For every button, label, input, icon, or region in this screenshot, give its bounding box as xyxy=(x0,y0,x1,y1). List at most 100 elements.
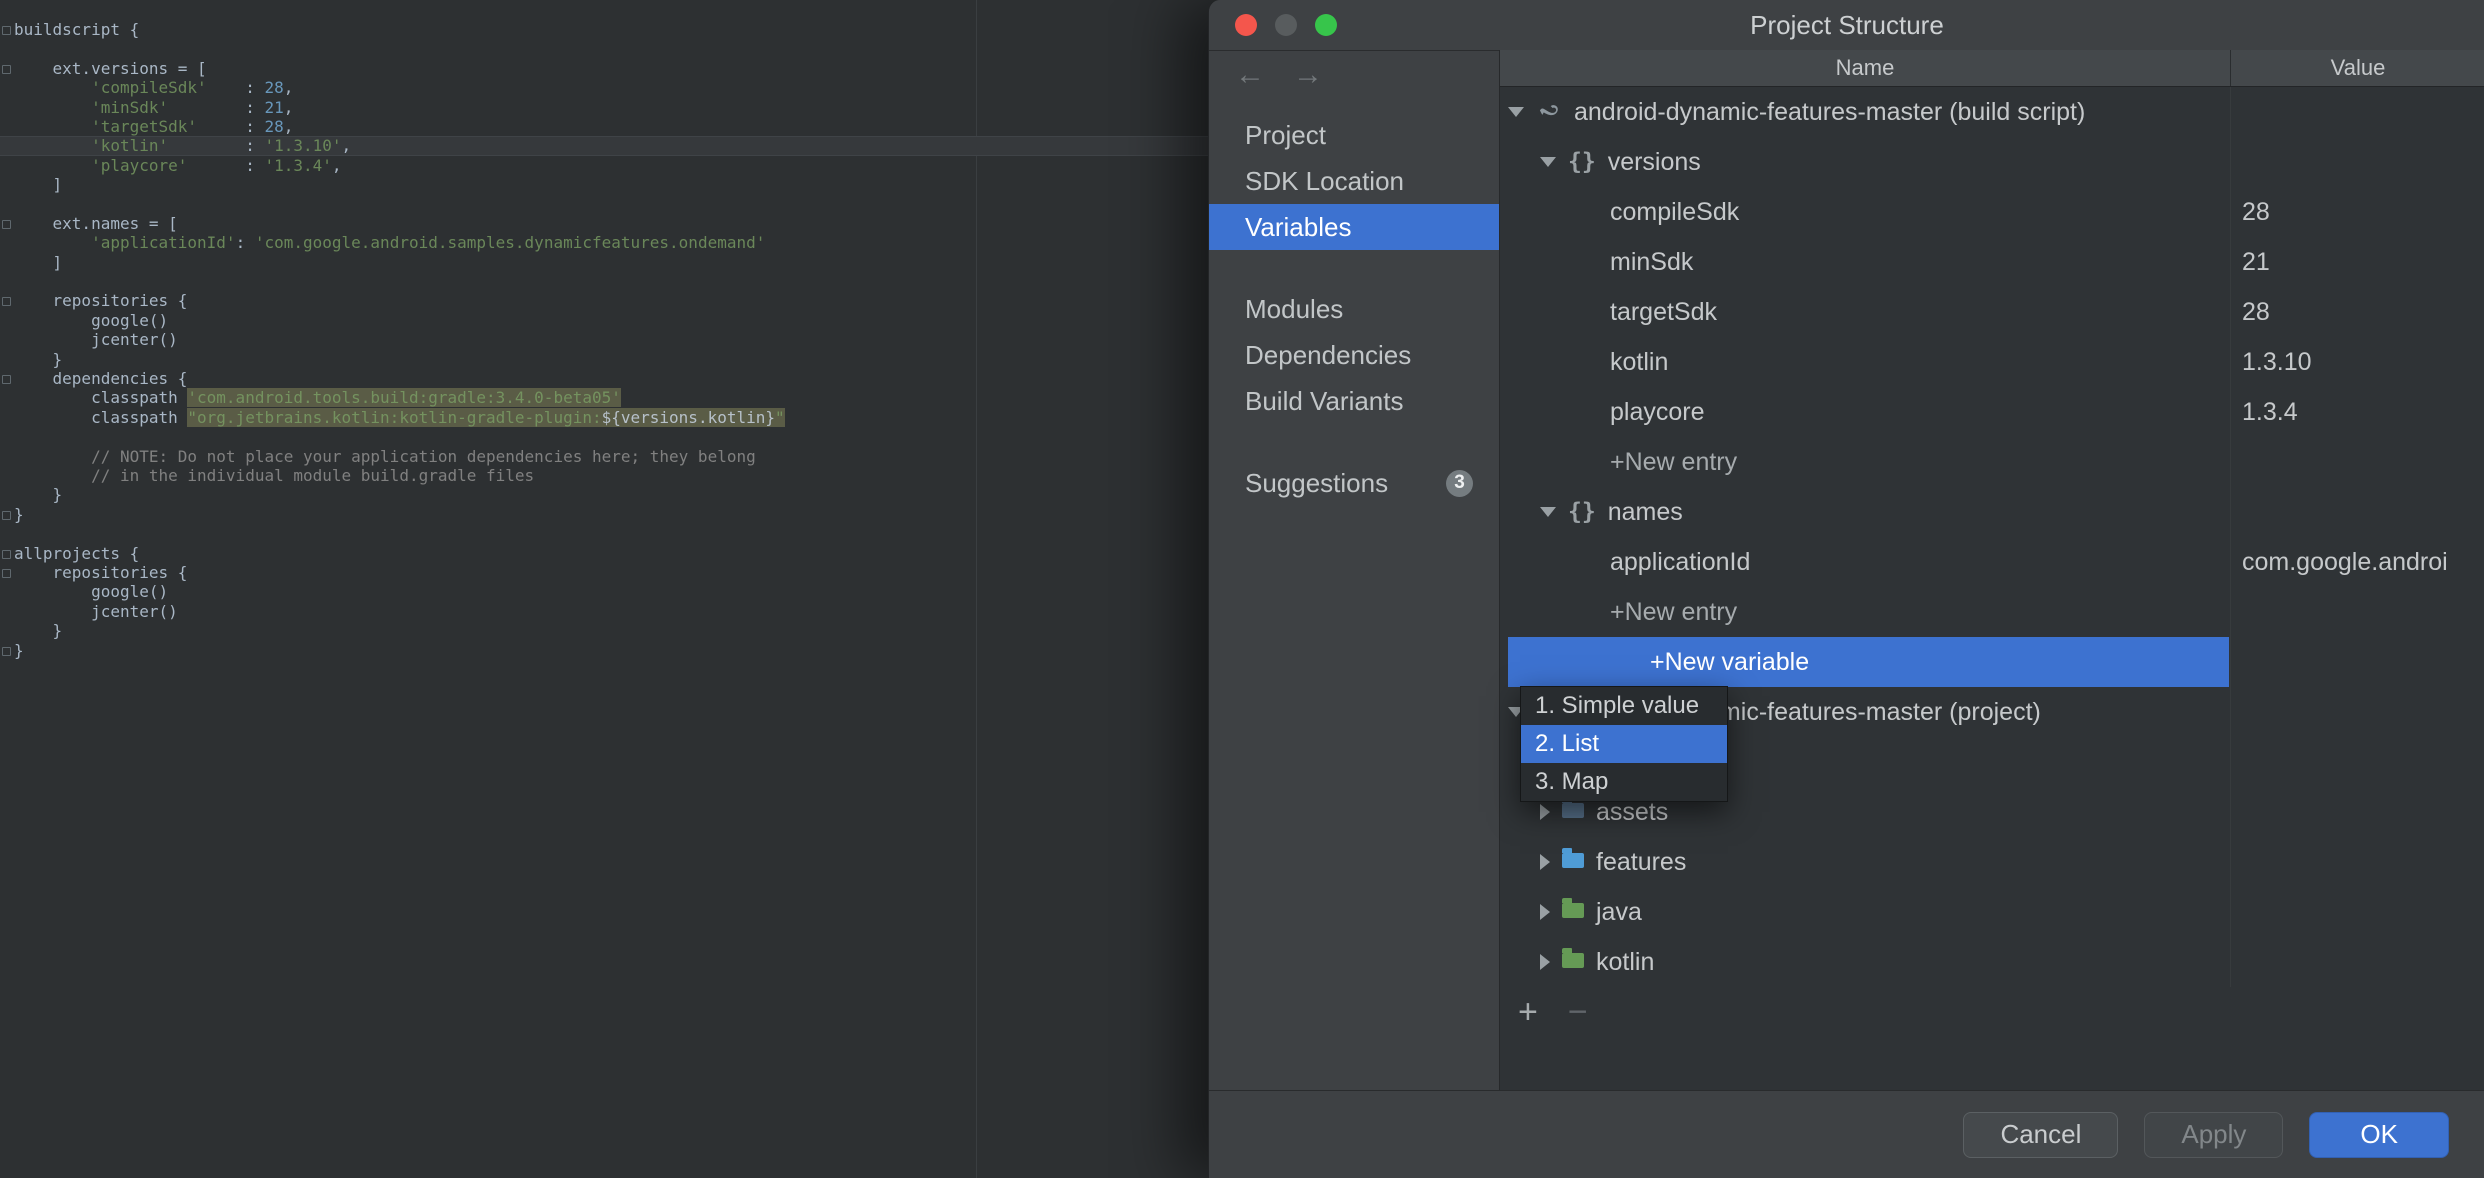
code-segment: : xyxy=(168,97,265,117)
code-line[interactable]: ext.versions = [ xyxy=(0,59,1208,78)
code-line[interactable]: google() xyxy=(0,582,1208,601)
sidebar-item-modules[interactable]: Modules xyxy=(1209,286,1499,332)
variable-row[interactable]: +New entry xyxy=(1500,587,2484,637)
variable-row[interactable]: android-dynamic-features-master (build s… xyxy=(1500,87,2484,137)
expand-icon[interactable] xyxy=(1540,954,1550,970)
fold-marker-icon[interactable] xyxy=(2,549,11,559)
variable-row[interactable]: playcore 1.3.4 xyxy=(1500,387,2484,437)
code-line[interactable]: allprojects { xyxy=(0,544,1208,563)
code-line[interactable]: classpath "org.jetbrains.kotlin:kotlin-g… xyxy=(0,407,1208,427)
dialog-title: Project Structure xyxy=(1750,9,1944,40)
sidebar-item-variables[interactable]: Variables xyxy=(1209,204,1499,250)
new-variable-row[interactable]: +New variable xyxy=(1500,637,2484,687)
code-line[interactable]: ext.names = [ xyxy=(0,214,1208,233)
variable-row[interactable]: kotlin xyxy=(1500,937,2484,987)
variable-row[interactable]: minSdk 21 xyxy=(1500,237,2484,287)
code-segment: 'compileSdk' xyxy=(91,78,207,98)
code-line[interactable]: } xyxy=(0,350,1208,369)
code-segment: classpath xyxy=(14,407,188,427)
fold-marker-icon[interactable] xyxy=(2,375,11,385)
variable-row[interactable]: java xyxy=(1500,887,2484,937)
remove-button[interactable]: − xyxy=(1568,993,1588,1032)
new-variable-editor[interactable]: +New variable xyxy=(1508,637,2229,687)
code-line[interactable]: } xyxy=(0,485,1208,504)
code-line[interactable] xyxy=(0,39,1208,58)
code-line[interactable]: } xyxy=(0,505,1208,524)
dialog-titlebar[interactable]: Project Structure xyxy=(1209,0,2484,51)
code-line[interactable] xyxy=(0,272,1208,291)
ok-button[interactable]: OK xyxy=(2309,1111,2449,1158)
zoom-button[interactable] xyxy=(1315,14,1337,36)
forward-arrow-icon[interactable]: → xyxy=(1293,58,1323,92)
code-line[interactable]: 'playcore' : '1.3.4', xyxy=(0,156,1208,175)
code-line[interactable]: 'compileSdk' : 28, xyxy=(0,78,1208,97)
dropdown-item[interactable]: 2. List xyxy=(1521,725,1727,763)
variable-row[interactable]: +New entry xyxy=(1500,437,2484,487)
cancel-button[interactable]: Cancel xyxy=(1963,1111,2119,1158)
variable-row[interactable]: compileSdk 28 xyxy=(1500,187,2484,237)
code-line[interactable]: ] xyxy=(0,175,1208,194)
code-line[interactable]: } xyxy=(0,621,1208,640)
code-line[interactable]: classpath 'com.android.tools.build:gradl… xyxy=(0,388,1208,408)
variable-row[interactable]: applicationId com.google.androi xyxy=(1500,537,2484,587)
variable-row[interactable]: features xyxy=(1500,837,2484,887)
collapse-icon[interactable] xyxy=(1540,507,1556,517)
code-line[interactable] xyxy=(0,427,1208,446)
code-line[interactable]: 'applicationId': 'com.google.android.sam… xyxy=(0,233,1208,252)
variable-row[interactable]: {} versions xyxy=(1500,137,2484,187)
variable-row[interactable]: targetSdk 28 xyxy=(1500,287,2484,337)
code-line[interactable]: buildscript { xyxy=(0,20,1208,39)
dropdown-item[interactable]: 3. Map xyxy=(1521,763,1727,801)
code-line[interactable]: jcenter() xyxy=(0,330,1208,349)
column-header-name[interactable]: Name xyxy=(1500,50,2231,86)
sidebar-item-dependencies[interactable]: Dependencies xyxy=(1209,332,1499,378)
sidebar-item-suggestions[interactable]: Suggestions 3 xyxy=(1209,460,1499,506)
back-arrow-icon[interactable]: ← xyxy=(1235,58,1265,92)
collapse-icon[interactable] xyxy=(1508,107,1524,117)
code-line[interactable]: } xyxy=(0,641,1208,660)
variable-row[interactable]: {} names xyxy=(1500,487,2484,537)
code-line[interactable] xyxy=(0,195,1208,214)
braces-icon: {} xyxy=(1568,499,1596,525)
code-segment: buildscript { xyxy=(14,20,140,39)
nav-sidebar: ← → Project SDK Location Variables Modules D… xyxy=(1209,50,1499,1090)
code-line[interactable]: repositories { xyxy=(0,291,1208,310)
code-line[interactable]: repositories { xyxy=(0,563,1208,582)
fold-marker-icon[interactable] xyxy=(2,64,11,74)
fold-marker-icon[interactable] xyxy=(2,510,11,520)
fold-marker-icon[interactable] xyxy=(2,297,11,307)
code-line[interactable] xyxy=(0,524,1208,543)
code-line[interactable]: ] xyxy=(0,253,1208,272)
code-line[interactable]: 'minSdk' : 21, xyxy=(0,98,1208,117)
apply-button[interactable]: Apply xyxy=(2144,1111,2284,1158)
code-segment: , xyxy=(341,136,352,156)
close-button[interactable] xyxy=(1235,14,1257,36)
expand-icon[interactable] xyxy=(1540,804,1550,820)
add-button[interactable]: + xyxy=(1518,993,1538,1032)
code-line[interactable]: // NOTE: Do not place your application d… xyxy=(0,447,1208,466)
sidebar-item-build-variants[interactable]: Build Variants xyxy=(1209,378,1499,424)
fold-marker-icon[interactable] xyxy=(2,26,11,35)
fold-marker-icon[interactable] xyxy=(2,646,11,656)
column-header-value[interactable]: Value xyxy=(2231,50,2484,86)
sidebar-item-project[interactable]: Project xyxy=(1209,112,1499,158)
expand-icon[interactable] xyxy=(1540,904,1550,920)
fold-marker-icon[interactable] xyxy=(2,219,11,229)
variable-row[interactable]: kotlin 1.3.10 xyxy=(1500,337,2484,387)
code-line[interactable]: 'kotlin' : '1.3.10', xyxy=(0,136,1208,156)
sidebar-item-sdk-location[interactable]: SDK Location xyxy=(1209,158,1499,204)
dropdown-item[interactable]: 1. Simple value xyxy=(1521,687,1727,725)
expand-icon[interactable] xyxy=(1540,854,1550,870)
code-line[interactable]: // in the individual module build.gradle… xyxy=(0,466,1208,485)
cell-value: 28 xyxy=(2242,297,2270,326)
code-line[interactable]: jcenter() xyxy=(0,602,1208,621)
code-line[interactable]: 'targetSdk' : 28, xyxy=(0,117,1208,136)
code-editor[interactable]: buildscript { ext.versions = [ 'compileS… xyxy=(0,0,1208,1178)
minimize-button[interactable] xyxy=(1275,14,1297,36)
fold-marker-icon[interactable] xyxy=(2,568,11,578)
code-segment: ext.versions = [ xyxy=(14,58,207,78)
collapse-icon[interactable] xyxy=(1540,157,1556,167)
code-line[interactable]: google() xyxy=(0,311,1208,330)
code-line[interactable]: dependencies { xyxy=(0,369,1208,388)
